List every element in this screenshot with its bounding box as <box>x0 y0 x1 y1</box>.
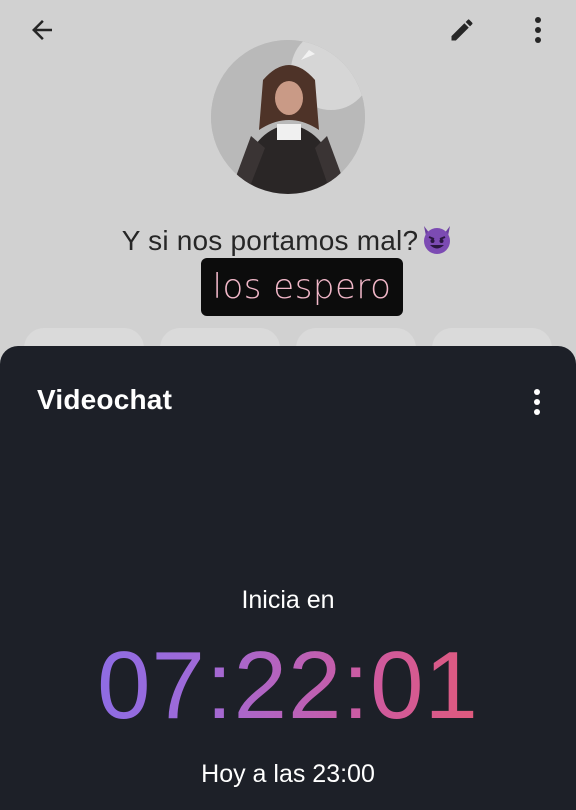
sheet-more-button[interactable] <box>520 382 554 422</box>
group-avatar[interactable] <box>211 40 365 194</box>
starts-in-label: Inicia en <box>241 586 335 614</box>
back-button[interactable] <box>20 10 64 50</box>
videochat-bottom-sheet: Videochat Inicia en 07:22:01 Hoy a las 2… <box>0 346 576 810</box>
start-time-text: Hoy a las 23:00 <box>201 760 375 788</box>
more-options-button[interactable] <box>516 10 560 50</box>
more-vertical-icon <box>535 17 541 43</box>
countdown-timer: 07:22:01 <box>0 636 576 736</box>
smiling-devil-icon <box>424 226 451 254</box>
more-vertical-icon <box>534 389 540 415</box>
edit-button[interactable] <box>440 10 484 50</box>
pencil-icon <box>451 19 473 41</box>
group-note: los espero <box>201 258 403 316</box>
group-note-text: los espero <box>212 267 392 307</box>
group-status: Y si nos portamos mal? <box>0 222 576 257</box>
sheet-title: Videochat <box>37 384 173 415</box>
profile-photo <box>211 40 365 194</box>
arrow-left-icon <box>32 20 52 40</box>
group-status-text: Y si nos portamos mal? <box>121 225 419 256</box>
